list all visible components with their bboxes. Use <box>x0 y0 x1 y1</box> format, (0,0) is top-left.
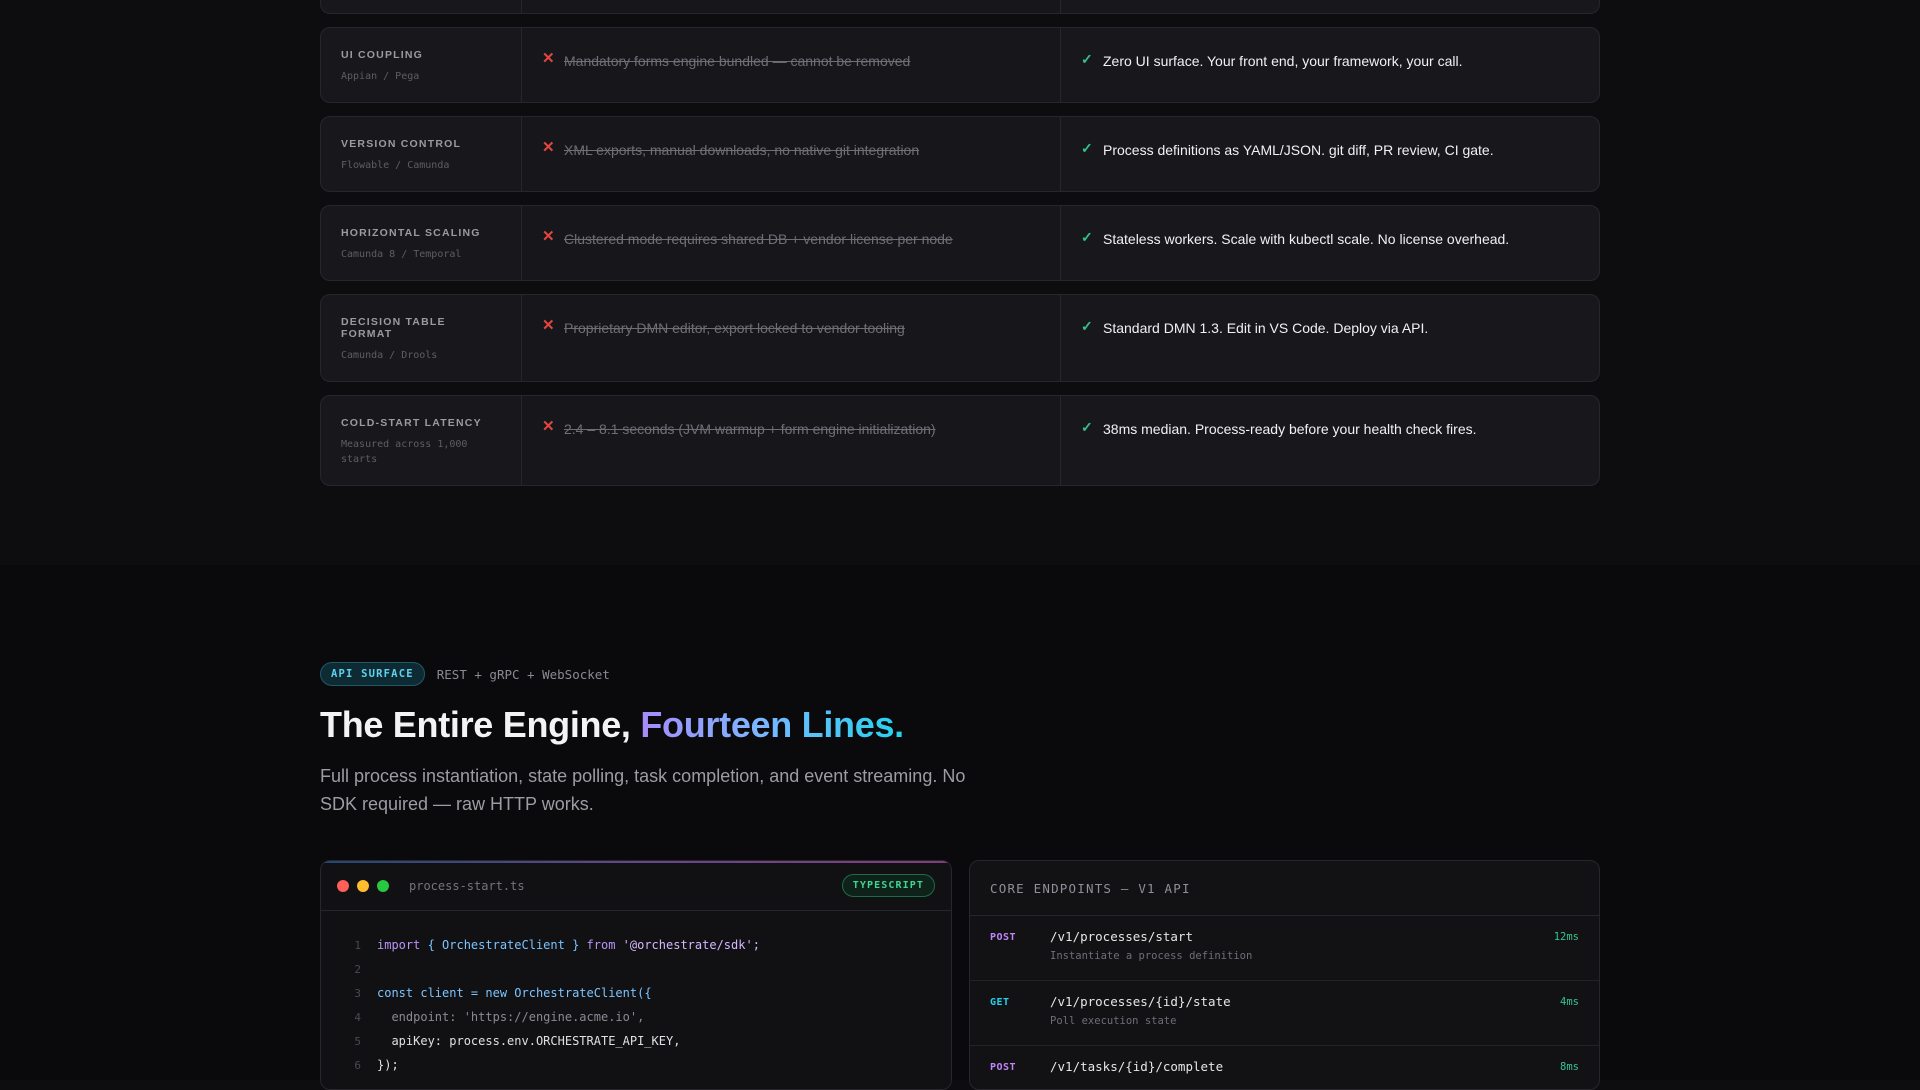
close-dot-icon <box>337 879 349 892</box>
x-icon: ✕ <box>542 50 555 67</box>
endpoint-latency: 12ms <box>1553 931 1579 943</box>
comparison-row-decision-table: DECISION TABLE FORMAT Camunda / Drools ✕… <box>320 294 1600 382</box>
row-vendors: Appian / Pega <box>341 71 420 82</box>
endpoint-description: Poll execution state <box>1050 1015 1177 1027</box>
row-vendors: Measured across 1,000 starts <box>341 439 468 465</box>
endpoint-row[interactable]: POST /v1/tasks/{id}/complete 8ms <box>970 1046 1599 1089</box>
engine-advantage: Process definitions as YAML/JSON. git di… <box>1103 142 1494 158</box>
endpoint-path: /v1/processes/{id}/state <box>1050 994 1231 1009</box>
code-window-header: process-start.ts TYPESCRIPT <box>321 861 951 911</box>
engine-advantage: Stateless workers. Scale with kubectl sc… <box>1103 231 1510 247</box>
comparison-row-ui-coupling: UI COUPLING Appian / Pega ✕ Mandatory fo… <box>320 27 1600 103</box>
api-section-background <box>0 565 1920 1080</box>
legacy-limitation: Mandatory forms engine bundled — cannot … <box>564 53 911 69</box>
endpoint-latency: 8ms <box>1560 1061 1579 1073</box>
check-icon: ✓ <box>1081 51 1093 67</box>
code-line: 4 endpoint: 'https://engine.acme.io', <box>354 1010 645 1024</box>
check-icon: ✓ <box>1081 140 1093 156</box>
legacy-limitation: Clustered mode requires shared DB + vend… <box>564 231 953 247</box>
engine-advantage: 38ms median. Process-ready before your h… <box>1103 421 1477 437</box>
row-label: HORIZONTAL SCALING <box>341 227 481 239</box>
row-vendors: Camunda / Drools <box>341 350 438 361</box>
row-label: COLD-START LATENCY <box>341 417 482 429</box>
code-lines: 1 import { OrchestrateClient } from '@orc… <box>321 911 951 1077</box>
comparison-row-partial <box>320 0 1600 14</box>
check-icon: ✓ <box>1081 419 1093 435</box>
code-line: 3 const client = new OrchestrateClient({ <box>354 986 652 1000</box>
code-line: 6}); <box>354 1058 399 1072</box>
endpoints-card: CORE ENDPOINTS — V1 API POST /v1/process… <box>969 860 1600 1090</box>
engine-advantage: Zero UI surface. Your front end, your fr… <box>1103 53 1463 69</box>
comparison-row-cold-start: COLD-START LATENCY Measured across 1,000… <box>320 395 1600 486</box>
endpoint-latency: 4ms <box>1560 996 1579 1008</box>
language-badge[interactable]: TYPESCRIPT <box>841 874 935 897</box>
code-line: 1 import { OrchestrateClient } from '@orc… <box>354 938 760 952</box>
http-method: POST <box>990 932 1017 943</box>
x-icon: ✕ <box>542 317 555 334</box>
row-label: DECISION TABLE FORMAT <box>341 316 446 340</box>
http-method: GET <box>990 997 1010 1008</box>
x-icon: ✕ <box>542 139 555 156</box>
protocols-label: REST + gRPC + WebSocket <box>436 666 610 682</box>
http-method: POST <box>990 1062 1017 1073</box>
endpoint-row[interactable]: POST /v1/processes/start Instantiate a p… <box>970 916 1599 981</box>
x-icon: ✕ <box>542 228 555 245</box>
section-title: The Entire Engine, Fourteen Lines. <box>320 704 904 745</box>
minimize-dot-icon <box>357 879 369 892</box>
legacy-limitation: 2.4 – 8.1 seconds (JVM warmup + form eng… <box>564 421 936 437</box>
title-highlight: Fourteen Lines. <box>640 704 904 745</box>
section-tagline: API SURFACE REST + gRPC + WebSocket <box>320 662 1600 686</box>
row-label: UI COUPLING <box>341 49 424 61</box>
endpoint-path: /v1/tasks/{id}/complete <box>1050 1059 1224 1074</box>
comparison-table: UI COUPLING Appian / Pega ✕ Mandatory fo… <box>320 0 1600 499</box>
code-line: 5 apiKey: process.env.ORCHESTRATE_API_KE… <box>354 1034 681 1048</box>
engine-advantage: Standard DMN 1.3. Edit in VS Code. Deplo… <box>1103 320 1429 336</box>
endpoint-path: /v1/processes/start <box>1050 929 1193 944</box>
check-icon: ✓ <box>1081 318 1093 334</box>
section-description: Full process instantiation, state pollin… <box>320 766 966 814</box>
endpoint-description: Instantiate a process definition <box>1050 950 1253 962</box>
section-pill: API SURFACE <box>320 662 425 686</box>
x-icon: ✕ <box>542 418 555 435</box>
code-filename: process-start.ts <box>409 878 525 893</box>
row-vendors: Camunda 8 / Temporal <box>341 249 462 260</box>
endpoints-header: CORE ENDPOINTS — V1 API <box>970 861 1599 916</box>
api-section: API SURFACE REST + gRPC + WebSocket The … <box>320 662 1600 1090</box>
endpoint-row[interactable]: GET /v1/processes/{id}/state Poll execut… <box>970 981 1599 1046</box>
row-label: VERSION CONTROL <box>341 138 462 150</box>
legacy-limitation: Proprietary DMN editor, export locked to… <box>564 320 905 336</box>
code-window: process-start.ts TYPESCRIPT 1 import { Or… <box>320 860 952 1090</box>
legacy-limitation: XML exports, manual downloads, no native… <box>564 142 920 158</box>
row-vendors: Flowable / Camunda <box>341 160 450 171</box>
check-icon: ✓ <box>1081 229 1093 245</box>
comparison-row-horizontal-scaling: HORIZONTAL SCALING Camunda 8 / Temporal … <box>320 205 1600 281</box>
comparison-row-version-control: VERSION CONTROL Flowable / Camunda ✕ XML… <box>320 116 1600 192</box>
maximize-dot-icon <box>377 879 389 892</box>
code-line: 2 <box>354 962 361 976</box>
